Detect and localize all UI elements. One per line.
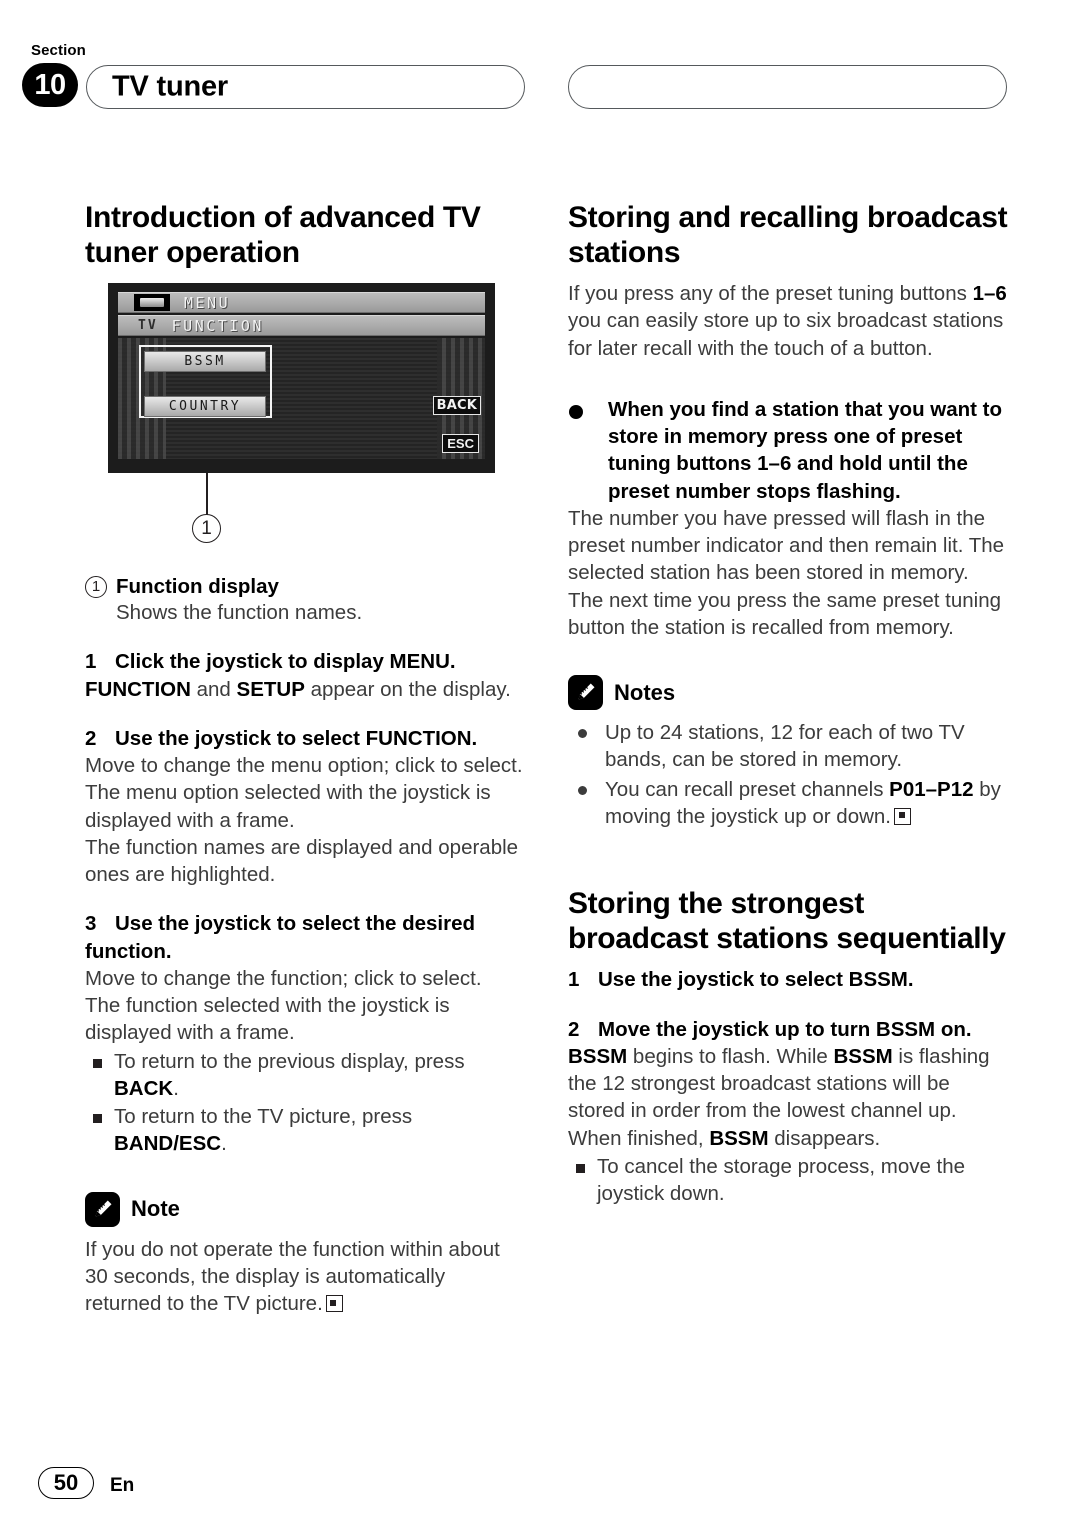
left-step-3-bullet-2: To return to the TV picture, press BAND/… [85,1103,525,1158]
left-step-3-title: 3 Use the joystick to select the desired … [85,910,525,965]
right-step-2-bullet: To cancel the storage process, move the … [568,1153,1008,1208]
left-step-2-label: Use the joystick to select FUNCTION. [115,726,478,750]
term-bssm-1: BSSM [568,1044,628,1068]
right-step-1-title: 1 Use the joystick to select BSSM. [568,966,1008,993]
callout-marker-1: 1 [192,514,221,544]
right-step-2-label: Move the joystick up to turn BSSM on. [598,1017,972,1041]
left-step-3-bullet-1: To return to the previous display, press… [85,1048,525,1103]
callout-legend-title: 1 Function display [85,575,525,599]
notes-item-2: You can recall preset channels P01–P12 b… [568,776,1008,831]
end-of-section-marker [325,1295,343,1313]
right-step-2-seg-1: begins to flash. While [627,1044,834,1068]
right-heading-1: Storing and recalling broadcast stations [568,201,1008,270]
section-number-badge: 10 [22,63,78,107]
note-body: If you do not operate the function withi… [85,1236,525,1318]
esc-key[interactable]: ESC [442,434,479,454]
right-step-2-title: 2 Move the joystick up to turn BSSM on. [568,1016,1008,1043]
esc-key-row: ESC [118,434,485,456]
page-title: TV tuner [112,70,229,103]
right-bold-bullet: When you find a station that you want to… [568,396,1008,505]
right-step-2-body: BSSM begins to flash. While BSSM is flas… [568,1043,1008,1152]
left-step-3-body: Move to change the function; click to se… [85,966,482,1045]
note-label: Note [131,1196,180,1222]
left-step-1-label: Click the joystick to display MENU. [115,650,456,674]
device-illustration: MENU TV FUNCTION BSSM COUNTRY BACK ESC 1 [108,283,498,553]
function-bar: TV FUNCTION [118,315,485,337]
right-step-2-number: 2 [568,1017,580,1041]
left-column: Introduction of advanced TV tuner operat… [85,200,525,1317]
function-key-bssm[interactable]: BSSM [144,351,266,373]
notes-block: Notes Up to 24 stations, 12 for each of … [568,675,1008,830]
callout-legend-body: Shows the function names. [116,601,363,625]
head-unit-display: MENU TV FUNCTION BSSM COUNTRY BACK ESC [108,283,495,474]
notes-item-2-pre: You can recall preset channels [605,777,890,801]
language-code: En [110,1475,135,1496]
end-of-section-marker [894,807,911,825]
term-bssm-3: BSSM [709,1126,769,1150]
notes-label: Notes [614,679,676,705]
term-setup: SETUP [236,677,305,701]
term-band-esc: BAND/ESC [114,1132,222,1156]
pencil-icon [85,1191,120,1227]
right-step-1-number: 1 [568,968,580,992]
page-number: 50 [38,1467,94,1499]
notes-item-1-text: Up to 24 stations, 12 for each of two TV… [605,721,965,772]
right-heading-2: Storing the strongest broadcast stations… [568,887,1006,956]
left-step-2-body: Move to change the menu option; click to… [85,754,523,887]
note-header: Note [85,1191,525,1227]
chapter-title-pill-right [568,65,1007,109]
bullet-2-post: . [221,1132,227,1156]
term-function: FUNCTION [85,677,191,701]
callout-legend-label: Function display [116,575,279,599]
right-step-1-label: Use the joystick to select BSSM. [598,968,914,992]
left-step-3-label: Use the joystick to select the desired f… [85,912,476,963]
left-step-3-number: 3 [85,912,97,936]
right-bold-bullet-body: The number you have pressed will flash i… [568,506,1005,639]
left-step-1-mid: and [190,677,237,701]
source-icon [134,294,170,312]
bullet-1-post: . [173,1076,179,1100]
right-intro-pre: If you press any of the preset tuning bu… [568,282,973,306]
menu-bar-label: MENU [184,293,231,312]
term-preset-range: 1–6 [972,282,1007,306]
bullet-2-pre: To return to the TV picture, press [114,1105,413,1129]
bullet-1-pre: To return to the previous display, press [114,1049,465,1073]
function-display-panel: BSSM COUNTRY BACK ESC [118,338,485,460]
pencil-icon [568,675,603,711]
tv-band-label: TV [138,318,158,334]
notes-header: Notes [568,675,1008,711]
chapter-title-pill: TV tuner [86,65,525,109]
note-body-text: If you do not operate the function withi… [85,1237,500,1316]
left-step-1-number: 1 [85,650,97,674]
left-step-1-title: 1 Click the joystick to display MENU. [85,648,525,675]
function-key-country[interactable]: COUNTRY [144,396,266,418]
right-column: Storing and recalling broadcast stations… [568,200,1008,1207]
right-intro-post: you can easily store up to six broadcast… [568,309,1004,360]
section-word: Section [31,42,86,59]
page-header: Section 10 TV tuner [0,0,1080,140]
left-step-2-title: 2 Use the joystick to select FUNCTION. [85,725,525,752]
left-heading: Introduction of advanced TV tuner operat… [85,201,481,270]
left-step-1-post: appear on the display. [304,677,511,701]
right-step-2-seg-3: disappears. [768,1126,881,1150]
note-block: Note If you do not operate the function … [85,1191,525,1318]
left-step-1-body: FUNCTION and SETUP appear on the display… [85,676,525,703]
notes-item-1: Up to 24 stations, 12 for each of two TV… [568,719,1008,774]
callout-leader-line [206,473,208,516]
term-bssm-2: BSSM [833,1044,893,1068]
term-back: BACK [114,1076,174,1100]
term-preset-channels: P01–P12 [889,777,974,801]
menu-bar: MENU [118,292,485,314]
left-step-2-number: 2 [85,726,97,750]
callout-legend: 1 Function display Shows the function nam… [85,575,525,626]
right-intro: If you press any of the preset tuning bu… [568,280,1008,362]
page-footer: 50 En [0,1439,1080,1529]
function-bar-label: FUNCTION [171,316,264,335]
callout-number-icon: 1 [85,576,107,599]
back-key[interactable]: BACK [432,396,481,416]
